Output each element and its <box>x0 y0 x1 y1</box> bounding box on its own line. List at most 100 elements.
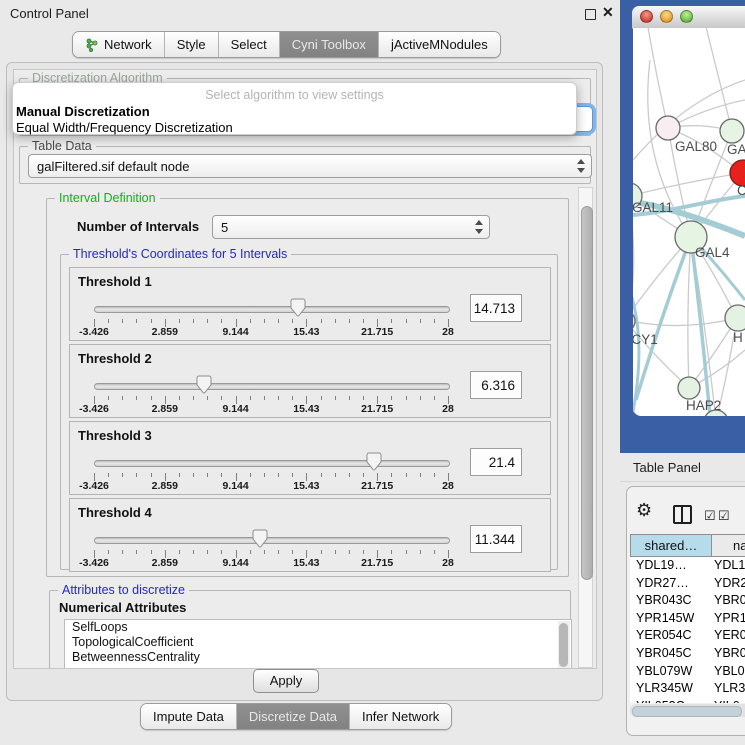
threshold-1-label: Threshold 1 <box>78 274 152 289</box>
tab-discretize-data-label: Discretize Data <box>249 704 337 729</box>
tab-select[interactable]: Select <box>218 32 279 57</box>
threshold-1-slider-track[interactable] <box>94 306 450 313</box>
cell-shared-name[interactable]: YBR043C <box>630 592 710 610</box>
list-item[interactable]: BetweennessCentrality <box>65 650 571 665</box>
tab-infer-network[interactable]: Infer Network <box>349 704 451 729</box>
screen: Control Panel ✕ Network Style Select Cyn… <box>0 0 745 745</box>
threshold-1-value-field[interactable]: 14.713 <box>470 294 522 322</box>
cell-name[interactable]: YBR0 <box>710 592 745 610</box>
network-node[interactable] <box>725 305 745 331</box>
attributes-scrollbar[interactable] <box>558 621 570 669</box>
cell-shared-name[interactable]: YER054C <box>630 627 710 645</box>
cell-name[interactable]: YDR2 <box>710 575 745 593</box>
cell-shared-name[interactable]: YDR27… <box>630 575 710 593</box>
float-window-icon[interactable] <box>585 9 596 20</box>
table-horizontal-scrollbar-thumb[interactable] <box>632 706 742 717</box>
tab-jactivemnodules[interactable]: jActiveMNodules <box>378 32 500 57</box>
table-data-group: Table Data galFiltered.sif default node <box>19 146 591 184</box>
threshold-4-slider-handle[interactable] <box>252 529 268 549</box>
attributes-scrollbar-thumb[interactable] <box>559 623 568 667</box>
tab-discretize-data[interactable]: Discretize Data <box>236 704 349 729</box>
cell-shared-name[interactable]: YIL052C <box>630 698 710 703</box>
close-icon[interactable]: ✕ <box>602 4 614 21</box>
threshold-4-tick-labels: -3.4262.8599.14415.4321.71528 <box>94 557 448 569</box>
threshold-4-slider-track[interactable] <box>94 537 450 544</box>
threshold-2-label: Threshold 2 <box>78 351 152 366</box>
network-edge[interactable] <box>648 27 668 128</box>
network-edge[interactable] <box>688 237 691 388</box>
column-header-shared-name[interactable]: shared… <box>631 535 712 556</box>
network-edge[interactable] <box>706 27 732 131</box>
table-row[interactable]: YDR27…YDR2 <box>630 575 745 593</box>
threshold-4-label: Threshold 4 <box>78 505 152 520</box>
network-edge[interactable] <box>625 196 634 320</box>
table-row[interactable]: YDL19…YDL1 <box>630 557 745 575</box>
table-row[interactable]: YBL079WYBL0 <box>630 663 745 681</box>
threshold-3-slider-handle[interactable] <box>366 452 382 472</box>
tab-style-label: Style <box>177 32 206 57</box>
apply-button[interactable]: Apply <box>253 669 319 693</box>
cell-name[interactable]: YER0 <box>710 627 745 645</box>
cell-shared-name[interactable]: YBL079W <box>630 663 710 681</box>
cell-shared-name[interactable]: YPR145W <box>630 610 710 628</box>
cell-name[interactable]: YPR1 <box>710 610 745 628</box>
table-data-combobox[interactable]: galFiltered.sif default node <box>28 154 592 178</box>
threshold-1-slider-handle[interactable] <box>290 298 306 318</box>
split-columns-icon[interactable] <box>673 505 692 524</box>
network-icon <box>85 38 99 52</box>
algorithm-option-equal-width[interactable]: Equal Width/Frequency Discretization <box>16 120 233 135</box>
control-panel-title: Control Panel <box>10 6 89 21</box>
table-row[interactable]: YIL052CYIL0 <box>630 698 745 703</box>
numerical-attributes-list[interactable]: SelfLoopsTopologicalCoefficientBetweenne… <box>64 619 572 669</box>
node-table-rows: YDL19…YDL1YDR27…YDR2YBR043CYBR0YPR145WYP… <box>630 557 745 703</box>
table-row[interactable]: YER054CYER0 <box>630 627 745 645</box>
table-data-label: Table Data <box>28 139 96 153</box>
table-row[interactable]: YBR043CYBR0 <box>630 592 745 610</box>
tab-network[interactable]: Network <box>73 32 164 57</box>
algorithm-dropdown-popup: Select algorithm to view settings Manual… <box>12 82 577 135</box>
column-header-name[interactable]: na <box>712 535 745 556</box>
combobox-stepper-icon <box>576 159 585 173</box>
number-of-intervals-value: 5 <box>221 220 228 235</box>
list-item[interactable]: SelfLoops <box>65 620 571 635</box>
threshold-3-slider-track[interactable] <box>94 460 450 467</box>
table-row[interactable]: YBR045CYBR0 <box>630 645 745 663</box>
network-node[interactable] <box>704 410 728 434</box>
cell-name[interactable]: YDL1 <box>710 557 745 575</box>
table-row[interactable]: YLR345WYLR3 <box>630 680 745 698</box>
threshold-2-value-field[interactable]: 6.316 <box>470 371 522 399</box>
list-item[interactable]: TopologicalCoefficient <box>65 635 571 650</box>
table-horizontal-scrollbar[interactable] <box>630 704 745 717</box>
main-scrollbar[interactable] <box>578 187 593 668</box>
cell-shared-name[interactable]: YBR045C <box>630 645 710 663</box>
network-node[interactable] <box>678 377 700 399</box>
threshold-4-value-field[interactable]: 11.344 <box>470 525 522 553</box>
cell-shared-name[interactable]: YDL19… <box>630 557 710 575</box>
threshold-2-slider-handle[interactable] <box>196 375 212 395</box>
cell-name[interactable]: YBR0 <box>710 645 745 663</box>
gear-icon[interactable]: ⚙ <box>636 500 652 521</box>
table-row[interactable]: YPR145WYPR1 <box>630 610 745 628</box>
tab-cyni-toolbox[interactable]: Cyni Toolbox <box>279 32 378 57</box>
cell-shared-name[interactable]: YLR345W <box>630 680 710 698</box>
checkbox-icon[interactable]: ☑ <box>704 508 716 524</box>
network-edge[interactable] <box>629 173 742 196</box>
cell-name[interactable]: YLR3 <box>710 680 745 698</box>
number-of-intervals-combobox[interactable]: 5 <box>212 215 490 239</box>
tab-style[interactable]: Style <box>164 32 218 57</box>
network-node[interactable] <box>720 119 744 143</box>
tab-impute-data[interactable]: Impute Data <box>141 704 236 729</box>
algorithm-option-manual[interactable]: Manual Discretization <box>16 104 150 119</box>
threshold-3-value-field[interactable]: 21.4 <box>470 448 522 476</box>
network-edge[interactable] <box>625 318 737 326</box>
main-scrollbar-thumb[interactable] <box>581 206 593 580</box>
interval-definition-group: Interval Definition Number of Intervals … <box>46 198 569 577</box>
network-edge-highlighted[interactable] <box>636 237 691 400</box>
network-node[interactable] <box>656 116 680 140</box>
network-node[interactable] <box>620 310 635 332</box>
cell-name[interactable]: YIL0 <box>710 698 745 703</box>
cell-name[interactable]: YBL0 <box>710 663 745 681</box>
tab-impute-data-label: Impute Data <box>153 704 224 729</box>
threshold-2-slider-track[interactable] <box>94 383 450 390</box>
checkbox-icon[interactable]: ☑ <box>718 508 730 524</box>
